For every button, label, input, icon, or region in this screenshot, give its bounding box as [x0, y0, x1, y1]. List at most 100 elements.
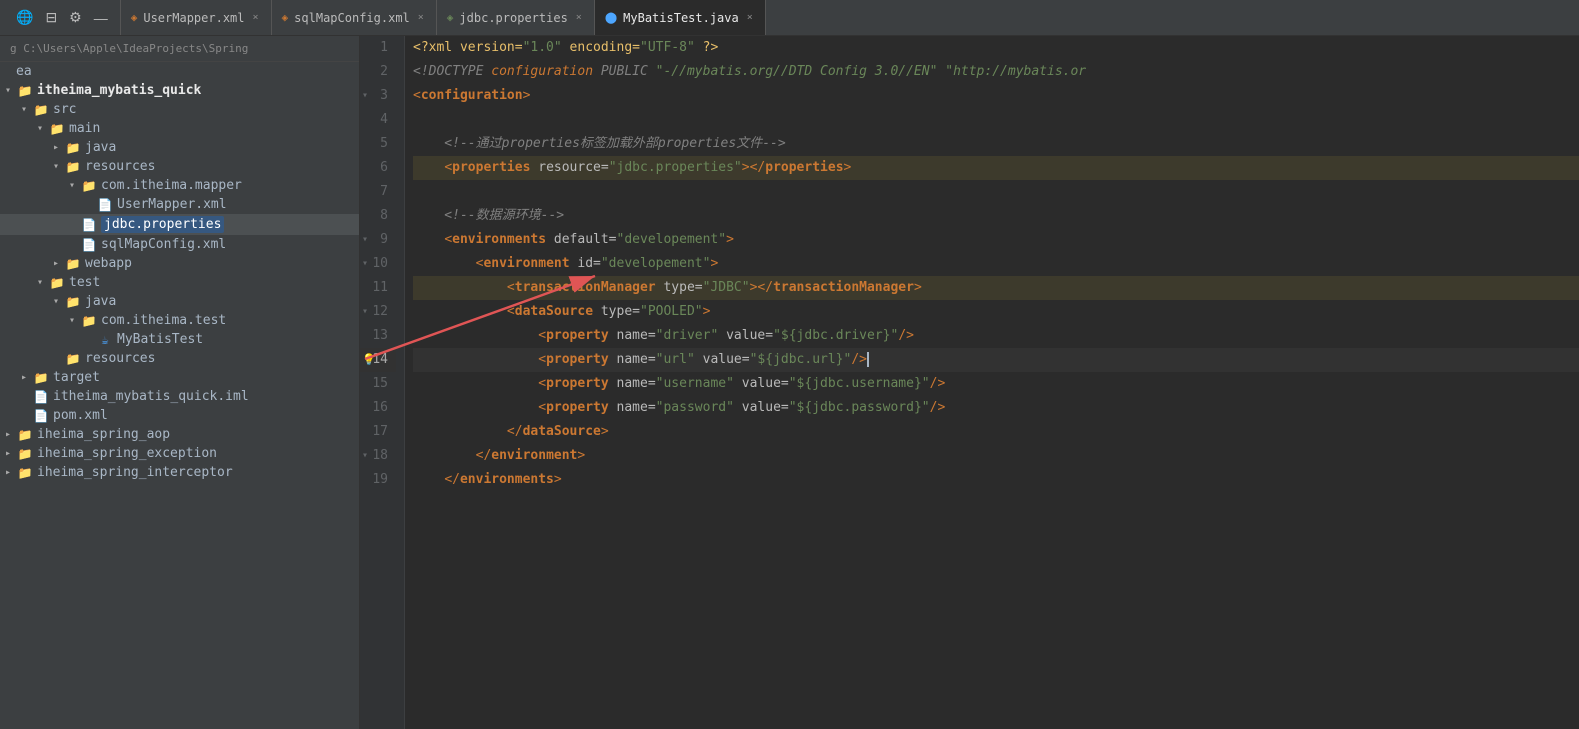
settings-icon[interactable]: ⚙ [65, 7, 86, 28]
label-spring-interceptor: iheima_spring_interceptor [37, 465, 233, 480]
usermapper-xml-icon: 📄 [96, 198, 114, 212]
tree-spring-interceptor[interactable]: 📁 iheima_spring_interceptor [0, 463, 359, 482]
warning-icon-14: 💡 [362, 348, 376, 372]
code-line-13: <property name="driver" value="${jdbc.dr… [413, 324, 1579, 348]
code-line-18: </environment> [413, 444, 1579, 468]
test-folder-icon: 📁 [48, 276, 66, 290]
spring-interceptor-folder-icon: 📁 [16, 466, 34, 480]
tree-sqlmapconfig[interactable]: 📄 sqlMapConfig.xml [0, 235, 359, 254]
tab-jdbc-label: jdbc.properties [459, 11, 567, 25]
code-line-12: <dataSource type="POOLED"> [413, 300, 1579, 324]
minimize-icon[interactable]: — [90, 8, 112, 28]
tab-mybatistest[interactable]: ⬤ MyBatisTest.java × [595, 0, 766, 35]
tree-java2[interactable]: 📁 java [0, 292, 359, 311]
arrow-webapp [48, 258, 64, 269]
label-test: test [69, 275, 100, 290]
fold-icon-9[interactable]: ▾ [362, 228, 368, 252]
tree-usermapper-xml[interactable]: 📄 UserMapper.xml [0, 195, 359, 214]
label-spring-exception: iheima_spring_exception [37, 446, 217, 461]
tab-mybatistest-close[interactable]: × [745, 11, 755, 24]
label-resources2: resources [85, 351, 155, 366]
line-num-5: 5 [360, 132, 396, 156]
tree-resources2[interactable]: 📁 resources [0, 349, 359, 368]
code-line-4 [413, 108, 1579, 132]
label-main: main [69, 121, 100, 136]
arrow-com-mapper [64, 180, 80, 191]
editor-wrapper: 1 2 ▾ 3 4 5 6 7 8 ▾ 9 ▾ [360, 36, 1579, 729]
fold-icon-3[interactable]: ▾ [362, 84, 368, 108]
tree-main[interactable]: 📁 main [0, 119, 359, 138]
code-line-9: <environments default="developement"> [413, 228, 1579, 252]
tree-spring-exception[interactable]: 📁 iheima_spring_exception [0, 444, 359, 463]
tab-mybatistest-label: MyBatisTest.java [623, 11, 739, 25]
tree-spring-aop[interactable]: 📁 iheima_spring_aop [0, 425, 359, 444]
pom-xml-icon: 📄 [32, 409, 50, 423]
label-spring-aop: iheima_spring_aop [37, 427, 170, 442]
line-num-10: ▾ 10 [360, 252, 396, 276]
webapp-folder-icon: 📁 [64, 257, 82, 271]
tab-sqlmapconfig-close[interactable]: × [416, 11, 426, 24]
tab-jdbc[interactable]: ◈ jdbc.properties × [437, 0, 595, 35]
tree-webapp[interactable]: 📁 webapp [0, 254, 359, 273]
spring-exception-folder-icon: 📁 [16, 447, 34, 461]
folder-icon: 📁 [16, 84, 34, 98]
tab-jdbc-icon: ◈ [447, 11, 454, 24]
resources-folder-icon: 📁 [64, 160, 82, 174]
tree-resources[interactable]: 📁 resources [0, 157, 359, 176]
split-icon[interactable]: ⊟ [41, 7, 61, 28]
tree-jdbc-properties[interactable]: 📄 jdbc.properties [0, 214, 359, 235]
arrow-test [32, 277, 48, 288]
jdbc-properties-icon: 📄 [80, 218, 98, 232]
tab-jdbc-close[interactable]: × [574, 11, 584, 24]
arrow-spring-interceptor [0, 467, 16, 478]
label-itheima-iml: itheima_mybatis_quick.iml [53, 389, 249, 404]
tree-pom-xml[interactable]: 📄 pom.xml [0, 406, 359, 425]
label-jdbc-properties: jdbc.properties [101, 216, 224, 233]
java1-folder-icon: 📁 [64, 141, 82, 155]
tab-usermapper-close[interactable]: × [251, 11, 261, 24]
tab-sqlmapconfig[interactable]: ◈ sqlMapConfig.xml × [272, 0, 437, 35]
src-folder-icon: 📁 [32, 103, 50, 117]
fold-icon-10[interactable]: ▾ [362, 252, 368, 276]
code-line-5: <!--通过properties标签加载外部properties文件--> [413, 132, 1579, 156]
xml-decl: <?xml version="1.0" encoding="UTF-8" ?> [413, 36, 718, 60]
tree-target[interactable]: 📁 target [0, 368, 359, 387]
tree-itheima-mybatis[interactable]: 📁 itheima_mybatis_quick [0, 81, 359, 100]
tree-itheima-iml[interactable]: 📄 itheima_mybatis_quick.iml [0, 387, 359, 406]
tree-com-itheima-test[interactable]: 📁 com.itheima.test [0, 311, 359, 330]
line-num-13: 13 [360, 324, 396, 348]
label-webapp: webapp [85, 256, 132, 271]
code-line-16: <property name="password" value="${jdbc.… [413, 396, 1579, 420]
code-line-14: <property name="url" value="${jdbc.url}"… [413, 348, 1579, 372]
label-src: src [53, 102, 76, 117]
tree-java1[interactable]: 📁 java [0, 138, 359, 157]
sidebar-label-ea: ea [0, 62, 359, 81]
editor-content: 1 2 ▾ 3 4 5 6 7 8 ▾ 9 ▾ [360, 36, 1579, 729]
line-num-11: 11 [360, 276, 396, 300]
code-line-1: <?xml version="1.0" encoding="UTF-8" ?> [413, 36, 1579, 60]
tab-usermapper[interactable]: ◈ UserMapper.xml × [121, 0, 272, 35]
line-num-6: 6 [360, 156, 396, 180]
line-num-14: 💡 14 [360, 348, 396, 372]
arrow-spring-exception [0, 448, 16, 459]
tree-test[interactable]: 📁 test [0, 273, 359, 292]
tree-com-itheima-mapper[interactable]: 📁 com.itheima.mapper [0, 176, 359, 195]
tab-usermapper-label: UserMapper.xml [143, 11, 244, 25]
java2-folder-icon: 📁 [64, 295, 82, 309]
label-usermapper-xml: UserMapper.xml [117, 197, 227, 212]
label-pom-xml: pom.xml [53, 408, 108, 423]
code-line-3: <configuration> [413, 84, 1579, 108]
arrow-src [16, 104, 32, 115]
fold-icon-18[interactable]: ▾ [362, 444, 368, 468]
globe-icon[interactable]: 🌐 [12, 7, 37, 28]
arrow-target [16, 372, 32, 383]
tree-src[interactable]: 📁 src [0, 100, 359, 119]
fold-icon-12[interactable]: ▾ [362, 300, 368, 324]
code-line-19: </environments> [413, 468, 1579, 492]
code-line-2: <!DOCTYPE configuration PUBLIC "-//mybat… [413, 60, 1579, 84]
line-num-7: 7 [360, 180, 396, 204]
sqlmapconfig-xml-icon: 📄 [80, 238, 98, 252]
code-area[interactable]: <?xml version="1.0" encoding="UTF-8" ?> … [405, 36, 1579, 729]
iml-icon: 📄 [32, 390, 50, 404]
tree-mybatistest[interactable]: ☕ MyBatisTest [0, 330, 359, 349]
